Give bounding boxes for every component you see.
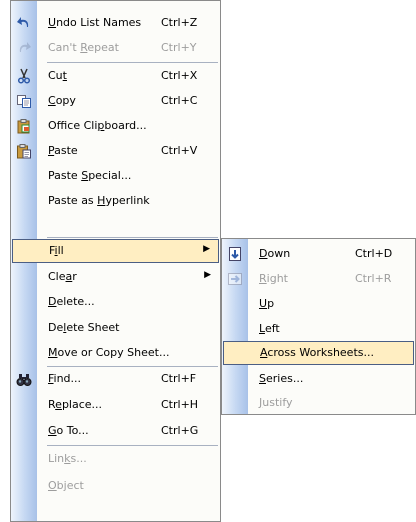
menu-item-label: Paste as Hyperlink — [48, 194, 150, 207]
submenu-item-series[interactable]: Series... — [222, 367, 415, 391]
submenu-arrow-icon: ▶ — [203, 244, 210, 254]
shortcut-text: Ctrl+D — [355, 247, 393, 260]
menu-item-label: Object — [48, 479, 84, 492]
menu-item-label: Paste — [48, 144, 78, 157]
menu-item-links[interactable]: Links... — [11, 447, 220, 471]
clipboard-icon — [14, 117, 33, 135]
menu-item-go-to[interactable]: Go To... Ctrl+G — [11, 419, 220, 443]
menu-item-label: Replace... — [48, 398, 103, 411]
menu-item-paste-special[interactable]: Paste Special... — [11, 164, 220, 188]
shortcut-text: Ctrl+V — [161, 144, 198, 157]
menu-item-label: Paste Special... — [48, 169, 132, 182]
menu-item-label: Delete Sheet — [48, 321, 120, 334]
submenu-item-justify[interactable]: Justify — [222, 391, 415, 415]
menu-separator — [47, 445, 218, 446]
menu-item-cut[interactable]: Cut Ctrl+X — [11, 64, 220, 88]
menu-separator — [47, 62, 218, 63]
menu-item-label: Office Clipboard... — [48, 119, 147, 132]
submenu-item-right[interactable]: Right Ctrl+R — [222, 267, 415, 291]
menu-item-fill[interactable]: Fill ▶ — [12, 239, 219, 263]
menu-item-label: Series... — [259, 372, 304, 385]
menu-item-label: Left — [259, 322, 280, 335]
shortcut-text: Ctrl+R — [355, 272, 392, 285]
menu-item-label: Can't Repeat — [48, 41, 119, 54]
menu-item-label: Links... — [48, 452, 87, 465]
menu-item-label: Go To... — [48, 424, 89, 437]
menu-item-delete[interactable]: Delete... — [11, 290, 220, 314]
menu-item-label: Up — [259, 297, 275, 310]
menu-item-replace[interactable]: Replace... Ctrl+H — [11, 393, 220, 417]
menu-item-label: Justify — [259, 396, 293, 409]
submenu-item-up[interactable]: Up — [222, 292, 415, 316]
submenu-item-across-worksheets[interactable]: Across Worksheets... — [223, 341, 414, 365]
menu-item-label: Fill — [49, 244, 64, 257]
redo-icon — [14, 39, 33, 57]
submenu-item-down[interactable]: Down Ctrl+D — [222, 242, 415, 266]
paste-icon — [14, 142, 33, 160]
menu-item-copy[interactable]: Copy Ctrl+C — [11, 89, 220, 113]
menu-item-label: Find... — [48, 372, 82, 385]
fill-right-icon — [225, 270, 244, 288]
shortcut-text: Ctrl+C — [161, 94, 198, 107]
copy-icon — [14, 92, 33, 110]
scissors-icon — [14, 67, 33, 85]
menu-item-label: Move or Copy Sheet... — [48, 346, 170, 359]
menu-item-repeat[interactable]: Can't Repeat Ctrl+Y — [11, 36, 220, 60]
menu-item-label: Copy — [48, 94, 76, 107]
menu-item-paste-as-hyperlink[interactable]: Paste as Hyperlink — [11, 189, 220, 213]
shortcut-text: Ctrl+F — [161, 372, 197, 385]
binoculars-icon — [14, 370, 33, 388]
menu-item-label: Across Worksheets... — [260, 346, 374, 359]
menu-item-office-clipboard[interactable]: Office Clipboard... — [11, 114, 220, 138]
fill-submenu: Down Ctrl+D Right Ctrl+R Up Left Across … — [221, 238, 416, 415]
menu-item-undo[interactable]: Undo List Names Ctrl+Z — [11, 11, 220, 35]
menu-item-find[interactable]: Find... Ctrl+F — [11, 367, 220, 391]
undo-icon — [14, 14, 33, 32]
menu-item-label: Down — [259, 247, 291, 260]
menu-item-delete-sheet[interactable]: Delete Sheet — [11, 316, 220, 340]
shortcut-text: Ctrl+Z — [161, 16, 198, 29]
menu-item-label: Delete... — [48, 295, 95, 308]
menu-item-clear[interactable]: Clear ▶ — [11, 265, 220, 289]
fill-down-icon — [225, 245, 244, 263]
menu-item-label: Right — [259, 272, 288, 285]
submenu-item-left[interactable]: Left — [222, 317, 415, 341]
submenu-arrow-icon: ▶ — [204, 270, 211, 280]
menu-item-label: Undo List Names — [48, 16, 142, 29]
menu-separator — [47, 237, 218, 238]
menu-item-label: Cut — [48, 69, 67, 82]
edit-menu: Undo List Names Ctrl+Z Can't Repeat Ctrl… — [10, 0, 221, 522]
shortcut-text: Ctrl+G — [161, 424, 199, 437]
menu-item-object[interactable]: Object — [11, 474, 220, 498]
shortcut-text: Ctrl+H — [161, 398, 199, 411]
shortcut-text: Ctrl+Y — [161, 41, 197, 54]
menu-item-paste[interactable]: Paste Ctrl+V — [11, 139, 220, 163]
menu-item-move-or-copy-sheet[interactable]: Move or Copy Sheet... — [11, 341, 220, 365]
shortcut-text: Ctrl+X — [161, 69, 198, 82]
menu-item-label: Clear — [48, 270, 77, 283]
